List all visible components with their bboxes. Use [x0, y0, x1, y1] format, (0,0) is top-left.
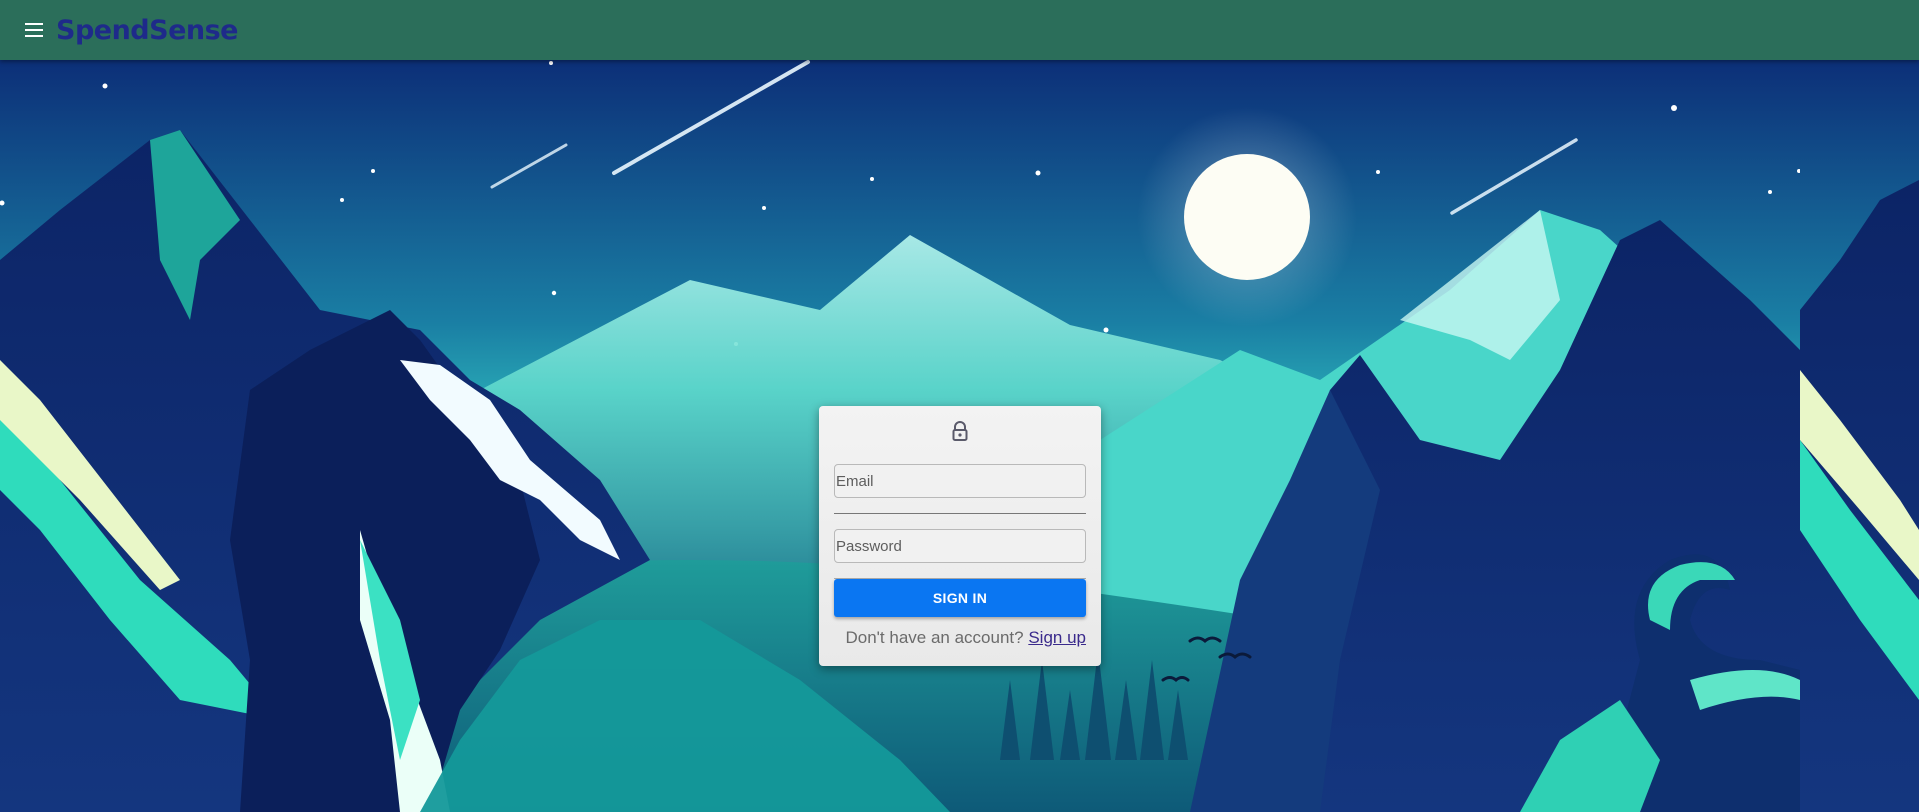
- hamburger-menu-icon[interactable]: [20, 16, 48, 44]
- no-account-text: Don't have an account?: [845, 628, 1024, 647]
- top-app-bar: SpendSense: [0, 0, 1919, 60]
- brand-logo-text[interactable]: SpendSense: [56, 15, 239, 46]
- sign-up-link[interactable]: Sign up: [1028, 628, 1086, 647]
- lock-icon: [949, 420, 971, 442]
- app-root: SpendSense Email SIGN IN Don't have an a…: [0, 0, 1919, 812]
- email-divider: [834, 513, 1086, 514]
- email-input[interactable]: [834, 464, 1086, 498]
- login-card: SIGN IN Don't have an account? Sign up: [819, 406, 1101, 666]
- signup-prompt: Don't have an account? Sign up: [834, 628, 1087, 648]
- sign-in-button[interactable]: SIGN IN: [834, 579, 1086, 617]
- password-input[interactable]: [834, 529, 1086, 563]
